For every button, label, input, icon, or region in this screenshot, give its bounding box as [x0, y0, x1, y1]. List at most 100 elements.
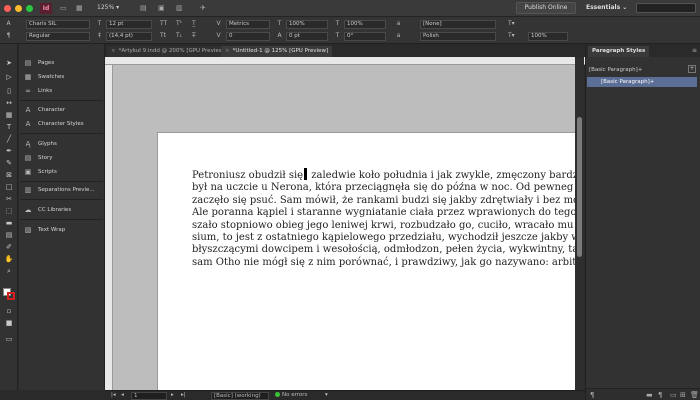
eyedropper-tool-icon[interactable]: ✐ — [3, 242, 15, 252]
direct-selection-tool-icon[interactable]: ▷ — [3, 72, 15, 82]
rectangle-tool-icon[interactable]: □ — [3, 182, 15, 192]
close-window-button[interactable] — [4, 5, 11, 12]
type-tool-icon[interactable]: T — [3, 122, 15, 132]
baseline-shift-field[interactable]: 0 pt — [286, 32, 328, 41]
minimize-window-button[interactable] — [15, 5, 22, 12]
text-frame[interactable]: Petroniusz obudził się zaledwie koło poł… — [192, 168, 578, 269]
workspace-switcher[interactable]: Essentials ⌄ — [586, 4, 627, 11]
dock-item-pages[interactable]: ▤ Pages — [19, 57, 105, 69]
zoom-window-button[interactable] — [26, 5, 33, 12]
close-tab-icon[interactable]: × — [111, 48, 116, 54]
vertical-scrollbar[interactable] — [575, 57, 584, 391]
preflight-menu-icon[interactable]: ▾ — [325, 391, 328, 400]
superscript-button[interactable]: T¹ — [176, 20, 182, 28]
formatting-affects-icon[interactable]: ▫ — [3, 306, 15, 316]
free-transform-tool-icon[interactable]: ⬚ — [3, 206, 15, 216]
dock-item-separations-preview[interactable]: ▥ Separations Previe... — [19, 184, 105, 196]
kerning-field[interactable]: Metrics — [226, 20, 270, 29]
skew-icon: T — [335, 32, 340, 39]
dock-item-story[interactable]: ▤ Story — [19, 152, 105, 164]
underline-button[interactable]: T̲ — [192, 20, 196, 28]
tab-artykul-9[interactable]: × *Artykuł 9.indd @ 200% [GPU Preview] — [107, 46, 230, 57]
pen-tool-icon[interactable]: ✒ — [3, 146, 15, 156]
language-field[interactable]: Polish — [420, 32, 496, 41]
dock-item-swatches[interactable]: ▦ Swatches — [19, 71, 105, 83]
character-mode-icon[interactable]: A — [4, 20, 13, 28]
zoom-level-select[interactable]: 125% ▾ — [97, 4, 119, 11]
paragraph-mode-icon[interactable]: ¶ — [4, 32, 13, 40]
close-tab-icon[interactable]: × — [225, 48, 230, 54]
tab-untitled-1[interactable]: × *Untitled-1 @ 125% [GPU Preview] — [221, 46, 333, 57]
preflight-profile-field[interactable]: [Basic] (working) — [211, 392, 269, 400]
style-override-icon[interactable]: ¶ — [590, 391, 594, 399]
document-page[interactable]: Petroniusz obudził się zaledwie koło poł… — [158, 133, 578, 391]
note-tool-icon[interactable]: ▤ — [3, 230, 15, 240]
preflight-status[interactable]: No errors — [275, 391, 307, 400]
hand-tool-icon[interactable]: ✋ — [3, 254, 15, 264]
style-list-item[interactable]: [Basic Paragraph]+ — [587, 77, 697, 87]
zoom-tool-icon[interactable]: ⌕ — [3, 266, 15, 276]
page-tool-icon[interactable]: ▯ — [3, 86, 15, 96]
color-tint-field[interactable]: 100% — [528, 32, 568, 41]
create-new-style-icon[interactable]: ⊞ — [680, 391, 686, 399]
character-style-field[interactable]: [None] — [420, 20, 496, 29]
panel-menu-icon[interactable]: ≡ — [692, 47, 697, 54]
leading-field[interactable]: (14,4 pt) — [106, 32, 152, 41]
strikethrough-button[interactable]: T̶ — [192, 32, 196, 40]
all-caps-button[interactable]: TT — [160, 20, 167, 28]
dock-item-character-styles[interactable]: A Character Styles — [19, 118, 105, 130]
load-styles-icon[interactable]: ▭ — [670, 391, 677, 399]
first-page-button[interactable]: |◂ — [111, 391, 116, 400]
dock-item-glyphs[interactable]: Ą Glyphs — [19, 138, 105, 150]
vertical-ruler[interactable] — [105, 65, 113, 391]
publish-online-button[interactable]: Publish Online — [516, 2, 576, 14]
text-stroke-icon[interactable]: T▾ — [508, 32, 515, 40]
previous-page-button[interactable]: ◂ — [121, 391, 124, 400]
font-family-field[interactable]: Charis SIL — [26, 20, 90, 29]
screen-mode-tool-icon[interactable]: ▭ — [3, 334, 15, 344]
scrollbar-thumb[interactable] — [577, 117, 582, 257]
line-tool-icon[interactable]: ╱ — [3, 134, 15, 144]
view-options-icon[interactable]: ▤ — [140, 4, 147, 12]
horizontal-ruler[interactable] — [105, 57, 585, 65]
next-page-button[interactable]: ▸ — [171, 391, 174, 400]
vertical-scale-field[interactable]: 100% — [286, 20, 328, 29]
tab-label: *Artykuł 9.indd @ 200% [GPU Preview] — [118, 48, 226, 54]
new-style-from-selection-icon[interactable]: + — [688, 65, 696, 73]
screen-mode-icon[interactable]: ▣ — [158, 4, 165, 12]
skew-field[interactable]: 0° — [344, 32, 386, 41]
dock-item-links[interactable]: ∞ Links — [19, 85, 105, 97]
page-number-field[interactable]: 1 — [131, 392, 167, 400]
bridge-icon[interactable]: ▭ — [60, 4, 67, 12]
content-collector-icon[interactable]: ▦ — [3, 110, 15, 120]
pencil-tool-icon[interactable]: ✎ — [3, 158, 15, 168]
delete-style-icon[interactable]: 🗑 — [690, 391, 699, 399]
arrange-documents-icon[interactable]: ▥ — [176, 4, 183, 12]
subscript-button[interactable]: T₁ — [176, 32, 182, 40]
dock-item-cc-libraries[interactable]: ☁ CC Libraries — [19, 204, 105, 216]
horizontal-scale-field[interactable]: 100% — [344, 20, 386, 29]
gap-tool-icon[interactable]: ↔ — [3, 98, 15, 108]
stroke-swatch[interactable] — [7, 292, 15, 300]
last-page-button[interactable]: ▸| — [181, 391, 186, 400]
scissors-tool-icon[interactable]: ✂ — [3, 194, 15, 204]
horizontal-scrollbar[interactable] — [337, 392, 547, 400]
share-icon[interactable]: ✈ — [200, 4, 206, 12]
text-fill-icon[interactable]: T▾ — [508, 20, 515, 28]
font-style-field[interactable]: Regular — [26, 32, 90, 41]
font-size-field[interactable]: 12 pt — [106, 20, 152, 29]
dock-item-text-wrap[interactable]: ▧ Text Wrap — [19, 224, 105, 236]
dock-item-scripts[interactable]: ▣ Scripts — [19, 166, 105, 178]
apply-color-icon[interactable]: ■ — [3, 318, 15, 328]
tracking-field[interactable]: 0 — [226, 32, 270, 41]
panel-tab-paragraph-styles[interactable]: Paragraph Styles — [588, 46, 650, 57]
gradient-swatch-tool-icon[interactable]: ▬ — [3, 218, 15, 228]
new-style-group-icon[interactable]: ▬ — [646, 391, 653, 399]
layout-icon[interactable]: ▦ — [76, 4, 83, 12]
search-input[interactable] — [636, 3, 696, 13]
small-caps-button[interactable]: Tt — [160, 32, 166, 40]
selection-tool-icon[interactable]: ➤ — [3, 58, 15, 68]
rectangle-frame-tool-icon[interactable]: ⊠ — [3, 170, 15, 180]
clear-overrides-icon[interactable]: ¶ — [658, 391, 662, 399]
dock-item-character[interactable]: A Character — [19, 104, 105, 116]
